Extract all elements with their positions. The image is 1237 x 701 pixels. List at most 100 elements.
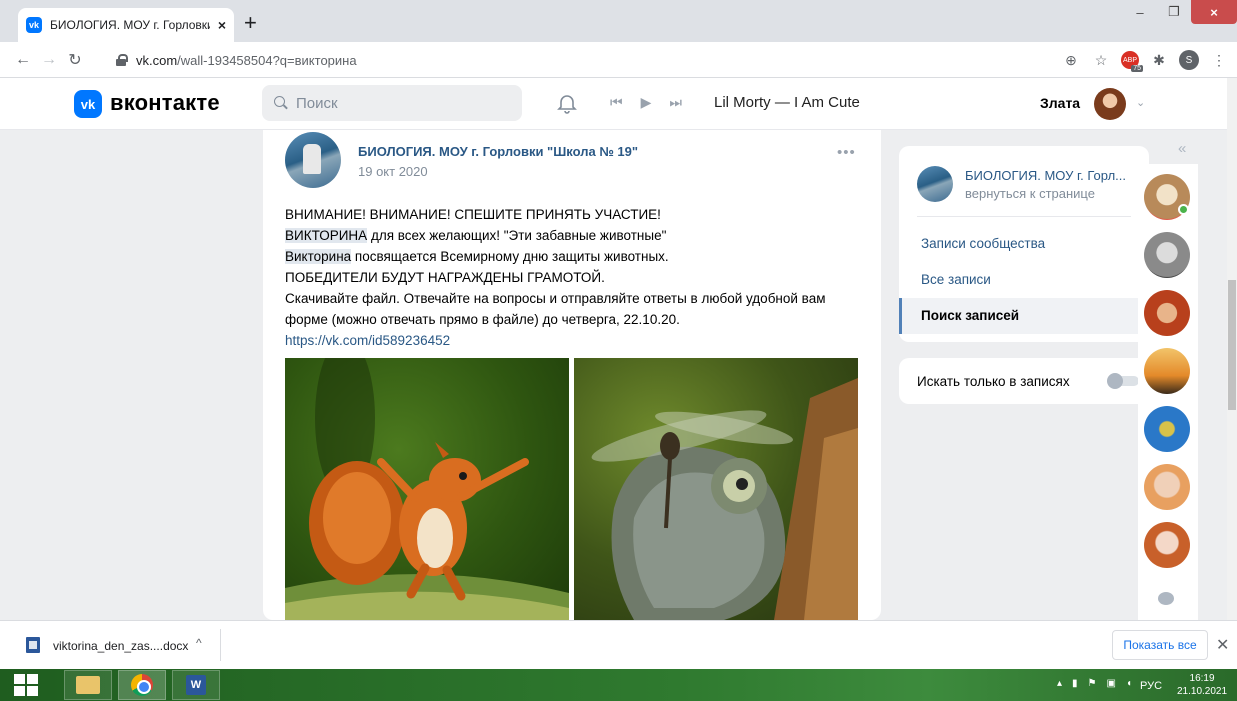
browser-tab[interactable]: vk БИОЛОГИЯ. МОУ г. Горловки "Ш × [18,8,234,42]
search-input[interactable] [296,94,496,112]
post-link[interactable]: https://vk.com/id589236452 [285,330,865,351]
friend-avatar[interactable] [1144,406,1190,452]
friend-avatar[interactable] [1144,522,1190,568]
close-icon[interactable]: ✕ [1216,635,1229,655]
posts-only-toggle[interactable] [1107,373,1139,389]
back-arrow-icon[interactable]: ← [10,51,36,69]
divider [917,216,1131,217]
extension-count: 75 [1131,65,1143,72]
community-avatar[interactable] [285,132,341,188]
bookmark-star-icon[interactable]: ☆ [1091,52,1111,69]
network-icon[interactable]: ▣ [1107,678,1116,689]
profile-avatar[interactable]: S [1179,50,1199,70]
scrollbar-thumb[interactable] [1228,280,1236,410]
wall-post: БИОЛОГИЯ. МОУ г. Горловки "Школа № 19" 1… [263,130,881,620]
extension-icon[interactable]: ABP 75 [1121,51,1143,72]
chevron-up-icon[interactable]: ^ [196,636,202,650]
zoom-icon[interactable]: ⊕ [1061,52,1081,69]
minimize-icon[interactable]: – [1123,0,1157,24]
volume-icon[interactable]: ◖ [1126,678,1132,689]
url-text: vk.com/wall-193458504?q=викторина [136,52,357,68]
sidebar-item-post-search[interactable]: Поиск записей [899,298,1149,334]
post-line: Скачивайте файл. Отвечайте на вопросы и … [285,291,826,327]
lock-icon [116,54,128,66]
community-avatar-small[interactable] [917,166,953,202]
friend-avatar[interactable] [1144,348,1190,394]
windows-start-icon[interactable] [14,674,40,696]
search-highlight: ВИКТОРИНА [285,228,368,243]
current-track[interactable]: Lil Morty — I Am Cute [714,94,860,111]
system-tray: ▴ ▮ ⚑ ▣ ◖ [1057,678,1132,689]
page-scrollbar[interactable] [1227,78,1237,620]
vk-header: vk вконтакте ⏮ ▶ ⏭ Lil Morty — I Am Cute… [0,78,1227,130]
window-close-icon[interactable]: × [1191,0,1237,24]
post-text: ВНИМАНИЕ! ВНИМАНИЕ! СПЕШИТЕ ПРИНЯТЬ УЧАС… [285,204,865,351]
back-to-page-link[interactable]: вернуться к странице [965,186,1095,201]
folder-icon [76,676,100,694]
chameleon-illustration [591,378,858,620]
vk-logo-icon[interactable]: vk [74,90,102,118]
previous-track-icon[interactable]: ⏮ [610,94,623,111]
sidebar-item-community-posts[interactable]: Записи сообщества [921,236,1045,251]
filter-card: Искать только в записях [899,358,1149,404]
online-status-icon [1178,204,1189,215]
signal-icon[interactable]: ▮ [1072,678,1078,689]
taskbar-word[interactable]: W [172,670,220,700]
tab-close-icon[interactable]: × [218,17,226,33]
taskbar-explorer[interactable] [64,670,112,700]
post-line: ПОБЕДИТЕЛИ БУДУТ НАГРАЖДЕНЫ ГРАМОТОЙ. [285,270,605,285]
friend-avatar[interactable] [1144,232,1190,278]
friend-avatar[interactable] [1144,290,1190,336]
user-avatar[interactable] [1094,88,1126,120]
collapse-chevron-icon[interactable]: « [1178,140,1186,157]
chrome-icon [131,674,153,696]
audio-player-controls: ⏮ ▶ ⏭ [610,94,682,111]
downloaded-file[interactable]: viktorina_den_zas....docx [53,639,188,653]
play-icon[interactable]: ▶ [641,94,652,111]
tray-arrow-icon[interactable]: ▴ [1057,678,1062,689]
search-highlight: Викторина [285,249,352,264]
windows-taskbar: W ▴ ▮ ⚑ ▣ ◖ РУС 16:19 21.10.2021 [0,669,1237,701]
friend-avatar[interactable] [1144,464,1190,510]
post-line: ВНИМАНИЕ! ВНИМАНИЕ! СПЕШИТЕ ПРИНЯТЬ УЧАС… [285,207,661,222]
more-options-icon[interactable]: ••• [837,144,856,161]
forward-arrow-icon[interactable]: → [36,51,62,69]
show-all-downloads-button[interactable]: Показать все [1112,630,1208,660]
chevron-down-icon[interactable]: ⌄ [1136,96,1145,109]
menu-dots-icon[interactable]: ⋮ [1209,52,1229,69]
sidebar-item-label: Поиск записей [921,308,1020,323]
system-clock[interactable]: 16:19 21.10.2021 [1177,672,1227,698]
squirrel-illustration [285,338,569,620]
language-indicator[interactable]: РУС [1140,680,1162,692]
toolbar-actions: ⊕ ☆ ABP 75 ✱ S ⋮ [1061,42,1229,78]
flag-icon[interactable]: ⚑ [1088,678,1097,689]
post-author[interactable]: БИОЛОГИЯ. МОУ г. Горловки "Школа № 19" [358,144,638,159]
new-tab-button[interactable]: + [244,12,257,34]
browser-toolbar: ← → ↻ vk.com/wall-193458504?q=викторина … [0,42,1237,78]
post-photo-squirrel[interactable] [285,338,569,620]
next-track-icon[interactable]: ⏭ [669,94,682,111]
filter-label: Искать только в записях [917,374,1070,389]
search-box[interactable] [262,85,522,121]
taskbar-chrome[interactable] [118,670,166,700]
restore-icon[interactable]: ❐ [1157,0,1191,24]
user-name[interactable]: Злата [1040,95,1080,111]
word-document-icon [26,637,40,653]
window-controls: – ❐ × [1123,0,1237,28]
post-line: Викторина посвящается Всемирному дню защ… [285,249,669,264]
address-bar[interactable]: vk.com/wall-193458504?q=викторина [104,47,1114,73]
bell-icon[interactable] [556,92,578,114]
reload-icon[interactable]: ↻ [62,50,88,70]
divider [220,629,221,661]
friends-chat-bar [1138,164,1198,620]
tab-title: БИОЛОГИЯ. МОУ г. Горловки "Ш [50,18,210,32]
sidebar-group-title[interactable]: БИОЛОГИЯ. МОУ г. Горл... [965,168,1126,183]
post-photo-chameleon[interactable] [574,358,858,620]
word-icon: W [186,675,206,695]
vk-logo-text[interactable]: вконтакте [110,90,220,116]
sidebar-item-all-posts[interactable]: Все записи [921,272,991,287]
vk-favicon-icon: vk [26,17,42,33]
post-date[interactable]: 19 окт 2020 [358,164,428,179]
chat-bubble-icon[interactable] [1158,592,1174,605]
puzzle-icon[interactable]: ✱ [1149,52,1169,69]
